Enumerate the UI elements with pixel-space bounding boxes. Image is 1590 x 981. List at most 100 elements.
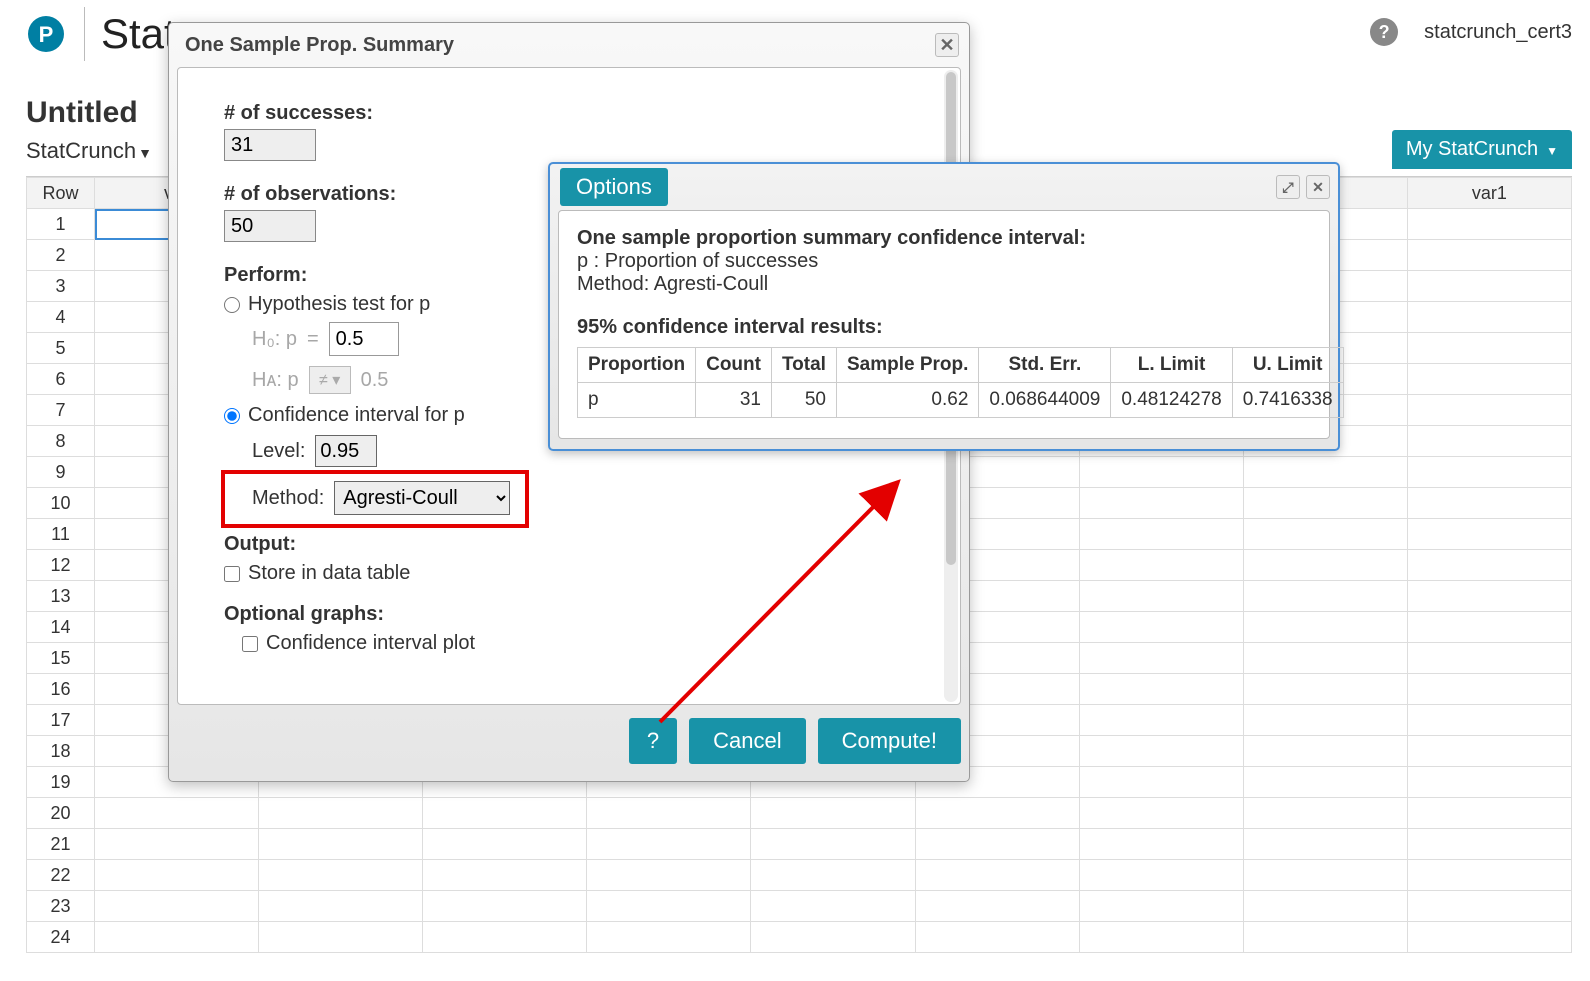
cell[interactable] [1407,674,1571,705]
row-header[interactable]: 8 [27,426,95,457]
cell[interactable] [1243,612,1407,643]
cell[interactable] [1407,829,1571,860]
cell[interactable] [1407,922,1571,953]
cell[interactable] [1407,333,1571,364]
cell[interactable] [915,860,1079,891]
close-icon[interactable]: ✕ [1306,175,1330,199]
row-header[interactable]: 15 [27,643,95,674]
row-header[interactable]: 19 [27,767,95,798]
cell[interactable] [1407,860,1571,891]
row-header[interactable]: 13 [27,581,95,612]
cell[interactable] [1407,612,1571,643]
cell[interactable] [587,860,751,891]
cell[interactable] [1243,488,1407,519]
row-header[interactable]: 9 [27,457,95,488]
row-header[interactable]: 10 [27,488,95,519]
cell[interactable] [1407,705,1571,736]
cell[interactable] [1243,798,1407,829]
cell[interactable] [95,891,259,922]
cell[interactable] [1243,891,1407,922]
cell[interactable] [423,798,587,829]
cell[interactable] [587,798,751,829]
cell[interactable] [1407,426,1571,457]
cell[interactable] [1407,736,1571,767]
ha-operator-select[interactable]: ≠ ▾ [309,366,351,394]
row-header[interactable]: 18 [27,736,95,767]
cell[interactable] [915,922,1079,953]
row-header[interactable]: 12 [27,550,95,581]
cell[interactable] [1079,705,1243,736]
cell[interactable] [1407,798,1571,829]
cell[interactable] [1243,705,1407,736]
cell[interactable] [1243,457,1407,488]
row-header[interactable]: 6 [27,364,95,395]
cell[interactable] [1243,643,1407,674]
method-select[interactable]: Agresti-Coull [334,481,510,515]
help-button[interactable]: ? [629,718,677,764]
row-header[interactable]: 17 [27,705,95,736]
cell[interactable] [1243,519,1407,550]
expand-icon[interactable]: ⤢ [1276,175,1300,199]
cell[interactable] [751,860,915,891]
cell[interactable] [1407,891,1571,922]
my-statcrunch-button[interactable]: My StatCrunch▼ [1392,130,1572,169]
row-header[interactable]: 20 [27,798,95,829]
row-header[interactable]: 21 [27,829,95,860]
cancel-button[interactable]: Cancel [689,718,805,764]
cell[interactable] [1407,457,1571,488]
cell[interactable] [1407,271,1571,302]
close-icon[interactable]: ✕ [935,33,959,57]
menu-statcrunch[interactable]: StatCrunch▼ [26,138,152,164]
cell[interactable] [1079,674,1243,705]
cell[interactable] [423,860,587,891]
cell[interactable] [1243,922,1407,953]
compute-button[interactable]: Compute! [818,718,961,764]
cell[interactable] [1079,457,1243,488]
h0-value-input[interactable] [329,322,399,356]
cell[interactable] [1243,767,1407,798]
cell[interactable] [1079,798,1243,829]
cell[interactable] [915,891,1079,922]
cell[interactable] [1407,767,1571,798]
cell[interactable] [1407,395,1571,426]
cell[interactable] [1079,519,1243,550]
cell[interactable] [751,891,915,922]
observations-input[interactable] [224,210,316,242]
row-header[interactable]: 3 [27,271,95,302]
cell[interactable] [1243,736,1407,767]
cell[interactable] [259,798,423,829]
radio-confidence-interval[interactable] [224,408,240,424]
help-icon[interactable]: ? [1370,18,1398,46]
cell[interactable] [95,798,259,829]
cell[interactable] [1407,643,1571,674]
cell[interactable] [751,798,915,829]
cell[interactable] [1407,302,1571,333]
cell[interactable] [259,922,423,953]
cell[interactable] [1407,550,1571,581]
cell[interactable] [1243,860,1407,891]
row-header[interactable]: 1 [27,209,95,240]
row-header[interactable]: 7 [27,395,95,426]
cell[interactable] [1079,829,1243,860]
cell[interactable] [1243,550,1407,581]
successes-input[interactable] [224,129,316,161]
cell[interactable] [95,829,259,860]
row-header[interactable]: 14 [27,612,95,643]
cell[interactable] [587,829,751,860]
row-header[interactable]: 11 [27,519,95,550]
store-checkbox[interactable] [224,566,240,582]
cell[interactable] [423,922,587,953]
cell[interactable] [1243,674,1407,705]
cell[interactable] [1079,922,1243,953]
row-header[interactable]: 22 [27,860,95,891]
cell[interactable] [1407,488,1571,519]
cell[interactable] [587,922,751,953]
cell[interactable] [915,829,1079,860]
cell[interactable] [423,829,587,860]
row-header[interactable]: 2 [27,240,95,271]
cell[interactable] [1407,240,1571,271]
cell[interactable] [1243,581,1407,612]
cell[interactable] [1079,736,1243,767]
level-input[interactable] [315,435,377,467]
row-header[interactable]: 4 [27,302,95,333]
